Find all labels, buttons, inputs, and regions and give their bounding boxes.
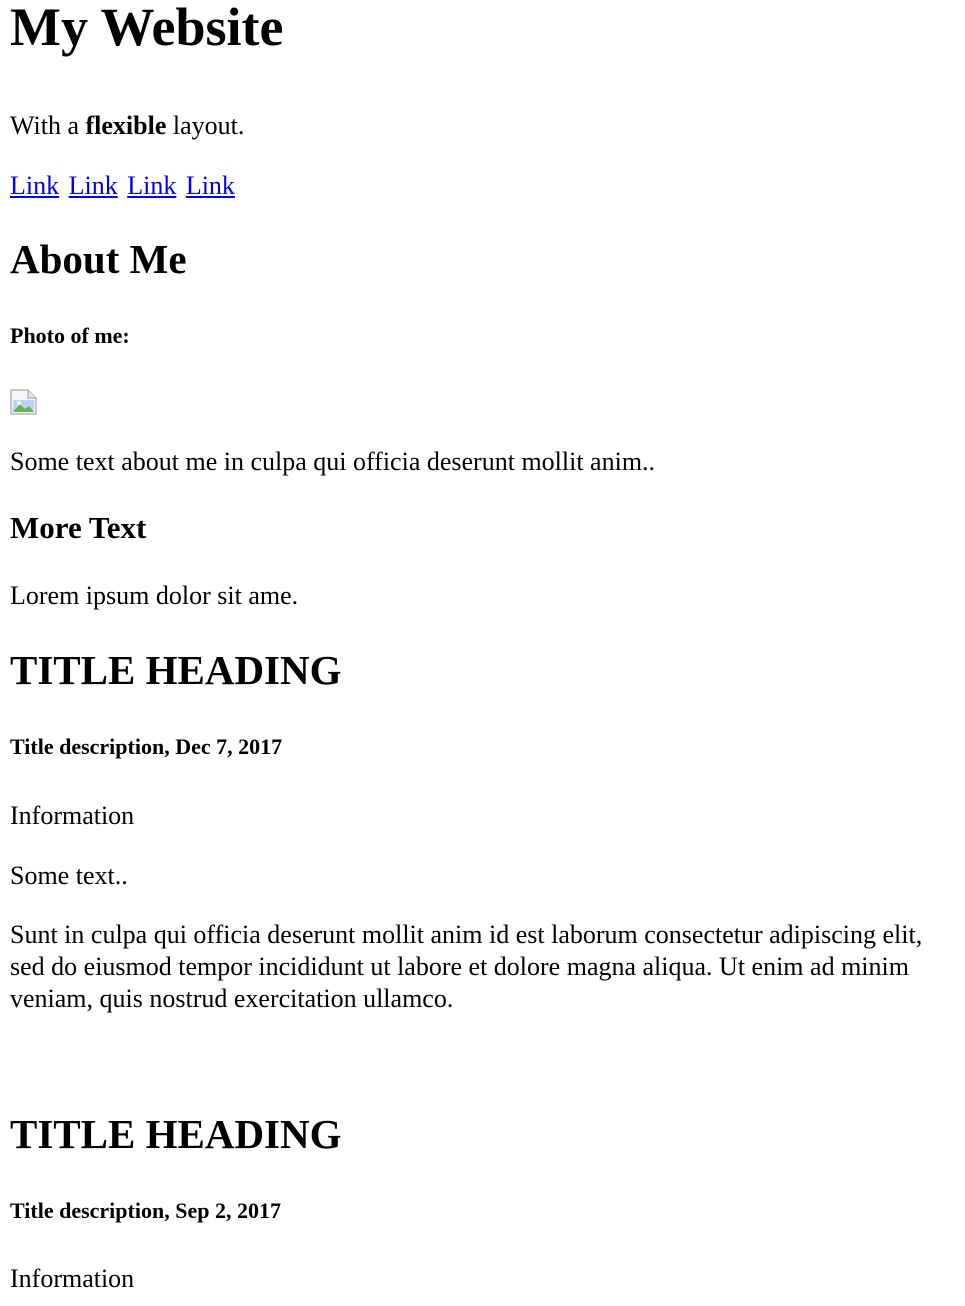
about-heading: About Me (10, 236, 187, 282)
tagline-prefix: With a (10, 111, 86, 140)
post-description: Title description, Sep 2, 2017 (10, 1198, 281, 1223)
tagline-bold: flexible (85, 111, 167, 140)
tagline: With a flexible layout. (10, 110, 244, 141)
post-title: TITLE HEADING (10, 1111, 342, 1157)
navbar: Link Link Link Link (10, 170, 238, 201)
nav-link-4[interactable]: Link (186, 171, 235, 200)
about-text: Some text about me in culpa qui officia … (10, 447, 656, 476)
post-body: Sunt in culpa qui officia deserunt molli… (10, 920, 923, 1013)
nav-link-3[interactable]: Link (127, 171, 176, 200)
more-text-paragraph: Lorem ipsum dolor sit ame. (10, 581, 299, 610)
post-text: Some text.. (10, 861, 128, 890)
broken-image-icon (10, 389, 38, 415)
post-information: Information (10, 1264, 135, 1293)
page: My Website With a flexible layout. Link … (0, 0, 965, 1306)
more-text-heading: More Text (10, 510, 147, 545)
post-title: TITLE HEADING (10, 647, 342, 693)
post-description: Title description, Dec 7, 2017 (10, 734, 283, 759)
nav-link-2[interactable]: Link (69, 171, 118, 200)
photo-label: Photo of me: (10, 323, 130, 348)
tagline-suffix: layout. (166, 111, 245, 140)
nav-link-1[interactable]: Link (10, 171, 59, 200)
post-information: Information (10, 801, 135, 830)
site-title: My Website (10, 0, 284, 57)
